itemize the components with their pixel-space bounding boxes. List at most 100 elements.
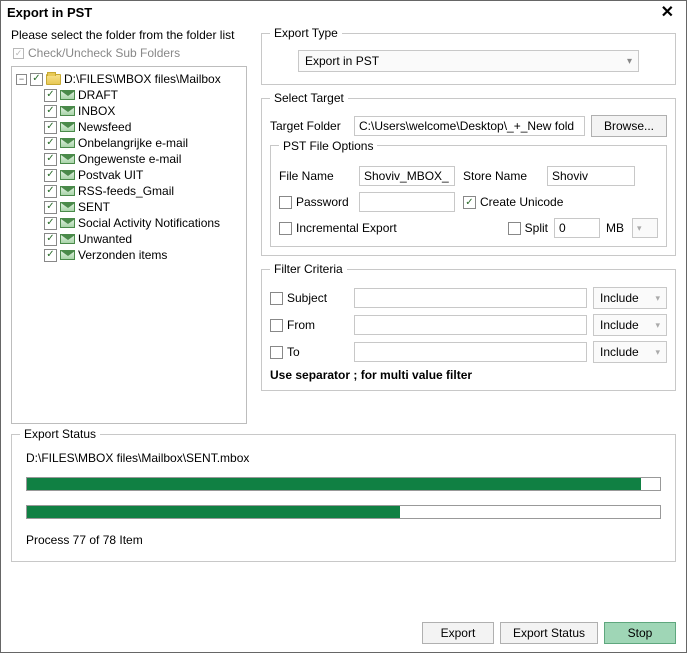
split-unit: MB [606, 221, 626, 235]
browse-button[interactable]: Browse... [591, 115, 667, 137]
subfolder-label: Check/Uncheck Sub Folders [28, 46, 180, 60]
to-checkbox[interactable] [270, 346, 283, 359]
tree-checkbox[interactable] [30, 73, 43, 86]
incremental-checkbox[interactable] [279, 222, 292, 235]
mail-icon [60, 90, 75, 100]
mail-icon [60, 154, 75, 164]
tree-item[interactable]: RSS-feeds_Gmail [14, 183, 244, 199]
tree-checkbox[interactable] [44, 105, 57, 118]
tree-root[interactable]: − D:\FILES\MBOX files\Mailbox [14, 71, 244, 87]
tree-root-label: D:\FILES\MBOX files\Mailbox [64, 72, 221, 86]
status-path: D:\FILES\MBOX files\Mailbox\SENT.mbox [26, 451, 661, 465]
mail-icon [60, 138, 75, 148]
tree-item[interactable]: Postvak UIT [14, 167, 244, 183]
tree-item-label: DRAFT [78, 88, 118, 102]
file-opts-legend: PST File Options [279, 139, 377, 153]
subject-include-select[interactable]: Include▾ [593, 287, 667, 309]
password-input[interactable] [359, 192, 455, 212]
split-unit-select[interactable]: ▾ [632, 218, 658, 238]
tree-item[interactable]: Onbelangrijke e-mail [14, 135, 244, 151]
tree-checkbox[interactable] [44, 249, 57, 262]
split-value-input[interactable] [554, 218, 600, 238]
mail-icon [60, 250, 75, 260]
close-icon[interactable]: ✕ [657, 7, 678, 19]
folder-icon [46, 74, 61, 85]
filter-from[interactable]: From [270, 318, 348, 332]
subject-checkbox[interactable] [270, 292, 283, 305]
filter-subject[interactable]: Subject [270, 291, 348, 305]
target-folder-label: Target Folder [270, 119, 348, 133]
file-name-input[interactable] [359, 166, 455, 186]
from-input[interactable] [354, 315, 587, 335]
tree-item-label: Newsfeed [78, 120, 131, 134]
subject-input[interactable] [354, 288, 587, 308]
export-type-group: Export Type Export in PST ▾ [261, 26, 676, 85]
incremental-option[interactable]: Incremental Export [279, 221, 496, 235]
collapse-icon[interactable]: − [16, 74, 27, 85]
pst-file-options: PST File Options File Name Store Name Pa… [270, 145, 667, 247]
instruction-text: Please select the folder from the folder… [11, 28, 247, 42]
unicode-checkbox[interactable] [463, 196, 476, 209]
tree-checkbox[interactable] [44, 201, 57, 214]
stop-button[interactable]: Stop [604, 622, 676, 644]
tree-item[interactable]: INBOX [14, 103, 244, 119]
progress-bar-2 [26, 505, 661, 519]
folder-tree[interactable]: − D:\FILES\MBOX files\Mailbox DRAFT INBOX… [11, 66, 247, 424]
split-checkbox[interactable] [508, 222, 521, 235]
filter-to[interactable]: To [270, 345, 348, 359]
tree-item[interactable]: SENT [14, 199, 244, 215]
tree-item[interactable]: Ongewenste e-mail [14, 151, 244, 167]
tree-item-label: Social Activity Notifications [78, 216, 220, 230]
tree-item[interactable]: Verzonden items [14, 247, 244, 263]
filter-criteria-group: Filter Criteria Subject Include▾ From In… [261, 262, 676, 391]
tree-checkbox[interactable] [44, 217, 57, 230]
mail-icon [60, 234, 75, 244]
filter-legend: Filter Criteria [270, 262, 347, 276]
password-checkbox[interactable] [279, 196, 292, 209]
mail-icon [60, 122, 75, 132]
split-option[interactable]: Split [508, 221, 548, 235]
store-name-input[interactable] [547, 166, 635, 186]
tree-checkbox[interactable] [44, 137, 57, 150]
tree-item[interactable]: DRAFT [14, 87, 244, 103]
export-status-button[interactable]: Export Status [500, 622, 598, 644]
tree-checkbox[interactable] [44, 185, 57, 198]
target-folder-input[interactable] [354, 116, 585, 136]
unicode-option[interactable]: Create Unicode [463, 195, 635, 209]
tree-item[interactable]: Newsfeed [14, 119, 244, 135]
chevron-down-icon: ▾ [627, 56, 632, 67]
from-checkbox[interactable] [270, 319, 283, 332]
tree-checkbox[interactable] [44, 89, 57, 102]
tree-item-label: SENT [78, 200, 110, 214]
tree-checkbox[interactable] [44, 169, 57, 182]
to-include-select[interactable]: Include▾ [593, 341, 667, 363]
tree-item-label: INBOX [78, 104, 115, 118]
export-status-group: Export Status D:\FILES\MBOX files\Mailbo… [11, 434, 676, 562]
mail-icon [60, 218, 75, 228]
export-button[interactable]: Export [422, 622, 494, 644]
password-option[interactable]: Password [279, 195, 351, 209]
tree-item-label: Unwanted [78, 232, 132, 246]
window-title: Export in PST [7, 5, 92, 20]
tree-item-label: Onbelangrijke e-mail [78, 136, 188, 150]
tree-item[interactable]: Unwanted [14, 231, 244, 247]
subfolder-checkbox: ✓ [13, 48, 24, 59]
subfolder-toggle: ✓ Check/Uncheck Sub Folders [13, 46, 247, 60]
export-type-select[interactable]: Export in PST ▾ [298, 50, 639, 72]
select-target-legend: Select Target [270, 91, 348, 105]
tree-item-label: RSS-feeds_Gmail [78, 184, 174, 198]
tree-item-label: Ongewenste e-mail [78, 152, 181, 166]
progress-bar-1 [26, 477, 661, 491]
tree-checkbox[interactable] [44, 121, 57, 134]
export-type-legend: Export Type [270, 26, 342, 40]
to-input[interactable] [354, 342, 587, 362]
tree-checkbox[interactable] [44, 153, 57, 166]
from-include-select[interactable]: Include▾ [593, 314, 667, 336]
tree-checkbox[interactable] [44, 233, 57, 246]
store-name-label: Store Name [463, 169, 539, 183]
mail-icon [60, 186, 75, 196]
tree-item[interactable]: Social Activity Notifications [14, 215, 244, 231]
mail-icon [60, 170, 75, 180]
export-status-legend: Export Status [20, 427, 100, 441]
file-name-label: File Name [279, 169, 351, 183]
